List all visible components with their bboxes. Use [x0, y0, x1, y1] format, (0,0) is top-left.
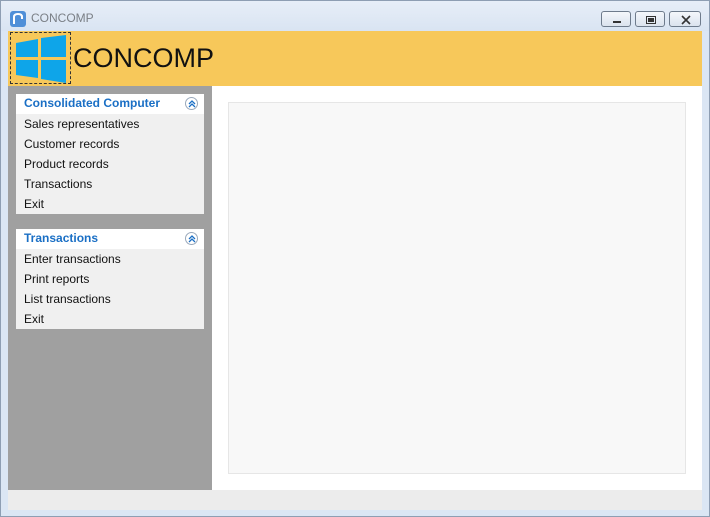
app-header: CONCOMP — [8, 31, 702, 86]
menu-item-enter-transactions[interactable]: Enter transactions — [16, 249, 204, 269]
panel-title: Transactions — [24, 231, 99, 245]
chevron-double-up-icon — [188, 235, 196, 243]
windows-logo-icon — [16, 35, 66, 83]
minimize-button[interactable] — [601, 11, 631, 27]
status-bar — [8, 490, 702, 510]
restore-button[interactable] — [635, 11, 665, 27]
panel-title: Consolidated Computer — [24, 96, 161, 110]
restore-icon — [646, 16, 656, 24]
menu-item-sales-representatives[interactable]: Sales representatives — [16, 114, 204, 134]
collapse-button[interactable] — [185, 97, 198, 110]
menu-item-transactions[interactable]: Transactions — [16, 174, 204, 194]
logo-frame[interactable] — [10, 32, 71, 84]
minimize-icon — [613, 21, 621, 23]
menu-item-product-records[interactable]: Product records — [16, 154, 204, 174]
close-icon — [681, 15, 691, 25]
panel-header[interactable]: Consolidated Computer — [16, 94, 204, 114]
app-icon — [10, 11, 26, 27]
menu-item-list-transactions[interactable]: List transactions — [16, 289, 204, 309]
chevron-double-up-icon — [188, 100, 196, 108]
brand-title: CONCOMP — [73, 43, 214, 73]
client-area: CONCOMP Consolidated Computer Sales repr… — [8, 31, 702, 510]
window-title: CONCOMP — [31, 11, 94, 25]
title-bar[interactable]: CONCOMP — [1, 1, 709, 31]
menu-item-customer-records[interactable]: Customer records — [16, 134, 204, 154]
panel-transactions: Transactions Enter transactions Print re… — [16, 229, 204, 329]
content-panel — [228, 102, 686, 474]
main-content — [212, 86, 702, 490]
menu-item-print-reports[interactable]: Print reports — [16, 269, 204, 289]
menu-item-exit[interactable]: Exit — [16, 194, 204, 214]
sidebar: Consolidated Computer Sales representati… — [8, 86, 212, 490]
collapse-button[interactable] — [185, 232, 198, 245]
menu-item-exit[interactable]: Exit — [16, 309, 204, 329]
panel-header[interactable]: Transactions — [16, 229, 204, 249]
app-window: CONCOMP CONCOMP Consolidated Computer Sa… — [0, 0, 710, 517]
close-button[interactable] — [669, 11, 701, 27]
panel-consolidated-computer: Consolidated Computer Sales representati… — [16, 94, 204, 214]
